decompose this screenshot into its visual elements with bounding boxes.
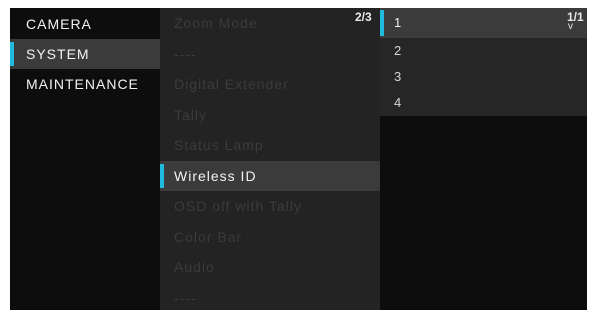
value-option-label: 2 [394, 43, 402, 58]
menu-item-label: Tally [174, 106, 208, 123]
value-option-2[interactable]: 2 [380, 38, 587, 64]
system-settings-menu: Zoom Mode ---- Digital Extender Tally St… [160, 8, 380, 310]
page-indicator-mid: 2/3 [355, 10, 372, 24]
category-camera[interactable]: CAMERA [10, 9, 160, 39]
menu-item-label: Zoom Mode [174, 15, 258, 31]
menu-item-digital-extender[interactable]: Digital Extender [160, 69, 380, 100]
menu-item-label: Wireless ID [174, 167, 257, 184]
category-label: MAINTENANCE [26, 76, 139, 92]
selection-indicator [160, 163, 164, 188]
menu-item-zoom-mode[interactable]: Zoom Mode [160, 8, 380, 39]
selection-indicator [10, 42, 14, 66]
menu-item-label: ---- [174, 45, 197, 62]
menu-item-color-bar[interactable]: Color Bar [160, 222, 380, 253]
scroll-down-caret-icon: v [568, 21, 573, 32]
menu-item-status-lamp[interactable]: Status Lamp [160, 130, 380, 161]
wireless-id-value-list: 1 2 3 4 [380, 8, 587, 310]
menu-item-label: OSD off with Tally [174, 198, 302, 214]
value-option-label: 1 [394, 15, 402, 30]
value-option-4[interactable]: 4 [380, 90, 587, 116]
menu-item-label: ---- [174, 289, 197, 306]
category-label: CAMERA [26, 16, 92, 32]
menu-item-separator: ---- [160, 283, 380, 311]
category-menu: CAMERA SYSTEM MAINTENANCE [10, 8, 160, 310]
menu-item-osd-off-with-tally[interactable]: OSD off with Tally [160, 191, 380, 222]
menu-item-label: Status Lamp [174, 137, 264, 153]
menu-item-label: Digital Extender [174, 76, 289, 92]
category-system[interactable]: SYSTEM [10, 39, 160, 69]
value-option-3[interactable]: 3 [380, 64, 587, 90]
osd-menu-screen: CAMERA SYSTEM MAINTENANCE Zoom Mode ----… [10, 8, 587, 310]
menu-item-label: Color Bar [174, 228, 243, 245]
value-option-label: 4 [394, 95, 402, 110]
value-option-1[interactable]: 1 [380, 8, 587, 38]
menu-item-separator: ---- [160, 39, 380, 70]
value-option-label: 3 [394, 69, 402, 84]
menu-item-tally[interactable]: Tally [160, 100, 380, 131]
value-list-empty-area [380, 128, 587, 310]
menu-item-label: Audio [174, 259, 215, 275]
category-maintenance[interactable]: MAINTENANCE [10, 69, 160, 99]
category-label: SYSTEM [26, 46, 90, 62]
menu-item-wireless-id[interactable]: Wireless ID [160, 160, 380, 191]
menu-item-audio[interactable]: Audio [160, 252, 380, 283]
selection-indicator [380, 10, 384, 36]
